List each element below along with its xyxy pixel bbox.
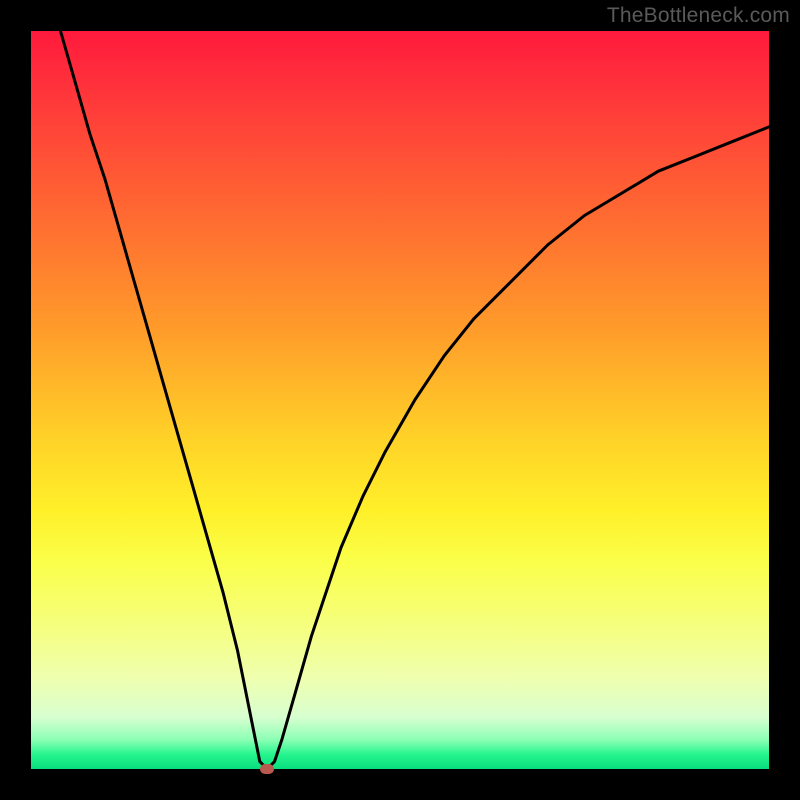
- chart-frame: TheBottleneck.com: [0, 0, 800, 800]
- plot-area: [31, 31, 769, 769]
- minimum-marker: [260, 764, 274, 774]
- watermark-text: TheBottleneck.com: [607, 4, 790, 28]
- bottleneck-curve: [31, 31, 769, 769]
- bottleneck-curve-path: [61, 31, 770, 769]
